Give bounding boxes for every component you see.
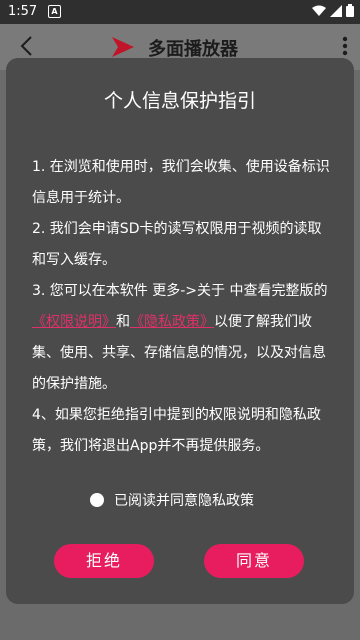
accept-button[interactable]: 同意	[204, 544, 304, 578]
dialog-title: 个人信息保护指引	[103, 90, 256, 112]
permission-link[interactable]: 《权限说明》	[32, 314, 116, 330]
paragraph-3: 3. 您可以在本软件 更多->关于 中查看完整版的《权限说明》和《隐私政策》以便…	[32, 276, 332, 400]
navigation-bar	[0, 612, 360, 640]
dialog-body[interactable]: 1. 在浏览和使用时，我们会收集、使用设备标识信息用于统计。 2. 我们会申请S…	[32, 152, 332, 516]
more-vert-icon	[342, 36, 348, 56]
agree-label: 已阅读并同意隐私政策	[114, 493, 254, 509]
paragraph-1: 1. 在浏览和使用时，我们会收集、使用设备标识信息用于统计。	[32, 159, 330, 206]
reject-button[interactable]: 拒绝	[54, 544, 154, 578]
paragraph-3-prefix: 3. 您可以在本软件 更多->关于 中查看完整版的	[32, 283, 328, 299]
paragraph-3-and: 和	[116, 314, 130, 330]
agree-radio[interactable]	[90, 493, 104, 507]
privacy-dialog: 个人信息保护指引 1. 在浏览和使用时，我们会收集、使用设备标识信息用于统计。 …	[6, 58, 354, 604]
paragraph-4: 4、如果您拒绝指引中提到的权限说明和隐私政策，我们将退出App并不再提供服务。	[32, 407, 321, 454]
more-options-button[interactable]	[342, 36, 348, 60]
signal-icon	[330, 4, 342, 17]
status-bar: 1:57 A	[0, 0, 360, 24]
privacy-policy-link[interactable]: 《隐私政策》	[130, 314, 214, 330]
agree-checkbox-row[interactable]: 已阅读并同意隐私政策	[90, 490, 254, 510]
chevron-left-icon	[20, 36, 32, 56]
paragraph-2: 2. 我们会申请SD卡的读写权限用于视频的读取和写入缓存。	[32, 221, 322, 268]
battery-icon	[346, 4, 354, 17]
notification-icon: A	[48, 5, 61, 18]
status-time: 1:57	[8, 4, 38, 19]
wifi-icon	[312, 5, 326, 16]
system-icons	[312, 4, 354, 17]
